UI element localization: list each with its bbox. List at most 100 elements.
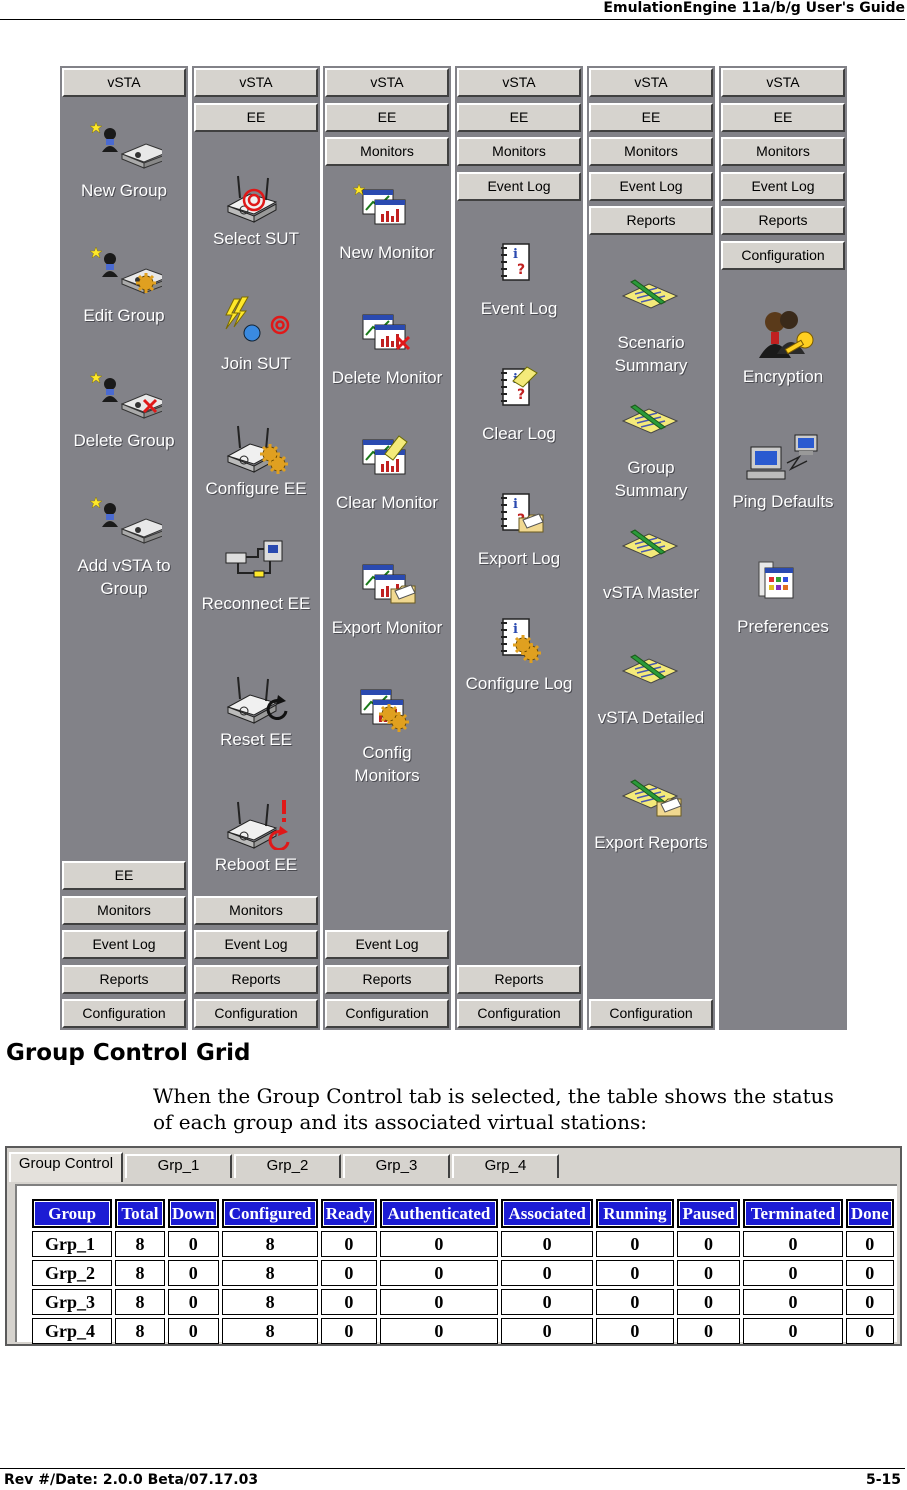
panel-button-event-log[interactable]: Event Log <box>721 171 845 201</box>
panel-button-monitors[interactable]: Monitors <box>62 895 186 925</box>
panel-button-vsta[interactable]: vSTA <box>194 68 318 97</box>
tab-grp_3[interactable]: Grp_3 <box>343 1154 450 1178</box>
panel-item[interactable]: Export Monitor <box>323 559 451 639</box>
panel-item[interactable]: Delete Monitor <box>323 309 451 389</box>
panel-item[interactable]: Configure EE <box>192 420 320 500</box>
column-header[interactable]: Paused <box>676 1199 741 1228</box>
panel-item[interactable]: Export Reports <box>587 774 715 854</box>
tab-grp_1[interactable]: Grp_1 <box>125 1154 232 1178</box>
panel-item[interactable]: Select SUT <box>192 170 320 250</box>
panel-item[interactable]: Preferences <box>719 558 847 638</box>
panel-button-event-log[interactable]: Event Log <box>325 930 449 959</box>
report-icon <box>621 654 679 684</box>
panel-button-ee[interactable]: EE <box>325 102 449 132</box>
panel-button-monitors[interactable]: Monitors <box>589 137 713 166</box>
table-row[interactable]: Grp_4 8 0 8 0 0 0 0 0 0 0 <box>32 1318 894 1344</box>
panel-button-monitors[interactable]: Monitors <box>457 137 581 166</box>
column-header[interactable]: Total <box>115 1199 165 1228</box>
panel-item[interactable]: Join SUT <box>192 295 320 375</box>
tab-grp_2[interactable]: Grp_2 <box>234 1154 341 1178</box>
panel-item[interactable]: Group Summary <box>587 399 715 502</box>
panel-button-monitors[interactable]: Monitors <box>325 137 449 166</box>
column-header[interactable]: Group <box>32 1199 113 1228</box>
panel-item-label: Config Monitors <box>354 743 420 785</box>
panel-button-event-log[interactable]: Event Log <box>194 930 318 959</box>
panel-item[interactable]: Delete Group <box>60 372 188 452</box>
column-header[interactable]: Configured <box>221 1199 319 1228</box>
column-header[interactable]: Authenticated <box>379 1199 499 1228</box>
panel-button-configuration[interactable]: Configuration <box>194 999 318 1028</box>
table-cell: 0 <box>676 1231 741 1257</box>
panel-item[interactable]: Reset EE <box>192 671 320 751</box>
panel-button-vsta[interactable]: vSTA <box>721 68 845 97</box>
panel-item[interactable]: Clear Monitor <box>323 434 451 514</box>
column-header[interactable]: Done <box>845 1199 894 1228</box>
column-header[interactable]: Associated <box>501 1199 594 1228</box>
panel-item[interactable]: Encryption <box>719 308 847 388</box>
table-cell: 0 <box>321 1289 377 1315</box>
panel-button-ee[interactable]: EE <box>194 102 318 132</box>
panel-item[interactable]: i? Clear Log <box>455 365 583 445</box>
svg-text:?: ? <box>517 387 525 403</box>
panel-item[interactable]: New Group <box>60 122 188 202</box>
column-header[interactable]: Ready <box>321 1199 377 1228</box>
panel-item[interactable]: vSTA Master <box>587 524 715 604</box>
panel-item[interactable]: i? Export Log <box>455 490 583 570</box>
panel-item-label: Ping Defaults <box>732 492 834 511</box>
panel-item[interactable]: i? Event Log <box>455 240 583 320</box>
tab-group-control[interactable]: Group Control <box>9 1152 123 1182</box>
panel-button-reports[interactable]: Reports <box>589 206 713 235</box>
tab-grp_4[interactable]: Grp_4 <box>452 1154 559 1178</box>
panel-button-vsta[interactable]: vSTA <box>457 68 581 97</box>
table-row[interactable]: Grp_2 8 0 8 0 0 0 0 0 0 0 <box>32 1260 894 1286</box>
panel-item[interactable]: Ping Defaults <box>719 433 847 513</box>
panel-item[interactable]: Reboot EE <box>192 796 320 876</box>
panel-button-reports[interactable]: Reports <box>194 964 318 994</box>
configure-ee-icon <box>226 425 288 474</box>
panel-button-reports[interactable]: Reports <box>62 964 186 994</box>
panel-item[interactable]: vSTA Detailed <box>587 649 715 729</box>
column-header[interactable]: Terminated <box>743 1199 843 1228</box>
header-title: EmulationEngine 11a/b/g User's Guide <box>603 0 905 16</box>
panel-button-reports[interactable]: Reports <box>325 964 449 994</box>
table-cell: 8 <box>221 1260 319 1286</box>
panel-item[interactable]: Add vSTA to Group <box>60 497 188 600</box>
panel-button-ee[interactable]: EE <box>589 102 713 132</box>
column-header[interactable]: Running <box>596 1199 674 1228</box>
panel-item[interactable]: i? Configure Log <box>455 615 583 695</box>
table-cell: 0 <box>743 1260 843 1286</box>
panel-button-vsta[interactable]: vSTA <box>325 68 449 97</box>
panel-button-monitors[interactable]: Monitors <box>721 137 845 166</box>
panel-button-event-log[interactable]: Event Log <box>62 930 186 959</box>
table-row[interactable]: Grp_3 8 0 8 0 0 0 0 0 0 0 <box>32 1289 894 1315</box>
panel-item[interactable]: Scenario Summary <box>587 274 715 377</box>
panel-button-vsta[interactable]: vSTA <box>589 68 713 97</box>
panel-button-ee[interactable]: EE <box>457 102 581 132</box>
panel-button-ee[interactable]: EE <box>721 102 845 132</box>
panel-item-label: Edit Group <box>83 306 165 325</box>
panel-button-configuration[interactable]: Configuration <box>62 999 186 1028</box>
table-cell: 0 <box>379 1289 499 1315</box>
panel-item[interactable]: New Monitor <box>323 184 451 264</box>
panel-button-vsta[interactable]: vSTA <box>62 68 186 97</box>
column-header[interactable]: Down <box>167 1199 219 1228</box>
panel-item[interactable]: Reconnect EE <box>192 535 320 615</box>
panel-button-configuration[interactable]: Configuration <box>457 999 581 1028</box>
panel-item[interactable]: Edit Group <box>60 247 188 327</box>
panel-button-configuration[interactable]: Configuration <box>325 999 449 1028</box>
panel-button-reports[interactable]: Reports <box>721 206 845 235</box>
table-cell: 0 <box>845 1289 894 1315</box>
panel-button-configuration[interactable]: Configuration <box>589 999 713 1028</box>
panel-button-configuration[interactable]: Configuration <box>721 240 845 270</box>
panel-button-monitors[interactable]: Monitors <box>194 895 318 925</box>
panel-item-label: Configure EE <box>205 479 307 498</box>
table-cell: 8 <box>115 1231 165 1257</box>
panel-button-ee[interactable]: EE <box>62 861 186 890</box>
nav-panel-3: vSTA EE Monitors Event Log Reports Configurat… <box>323 66 451 1030</box>
table-row[interactable]: Grp_1 8 0 8 0 0 0 0 0 0 0 <box>32 1231 894 1257</box>
panel-button-event-log[interactable]: Event Log <box>457 171 581 201</box>
panel-button-event-log[interactable]: Event Log <box>589 171 713 201</box>
encryption-icon <box>759 311 814 358</box>
panel-item[interactable]: Config Monitors <box>323 684 451 787</box>
panel-button-reports[interactable]: Reports <box>457 964 581 994</box>
